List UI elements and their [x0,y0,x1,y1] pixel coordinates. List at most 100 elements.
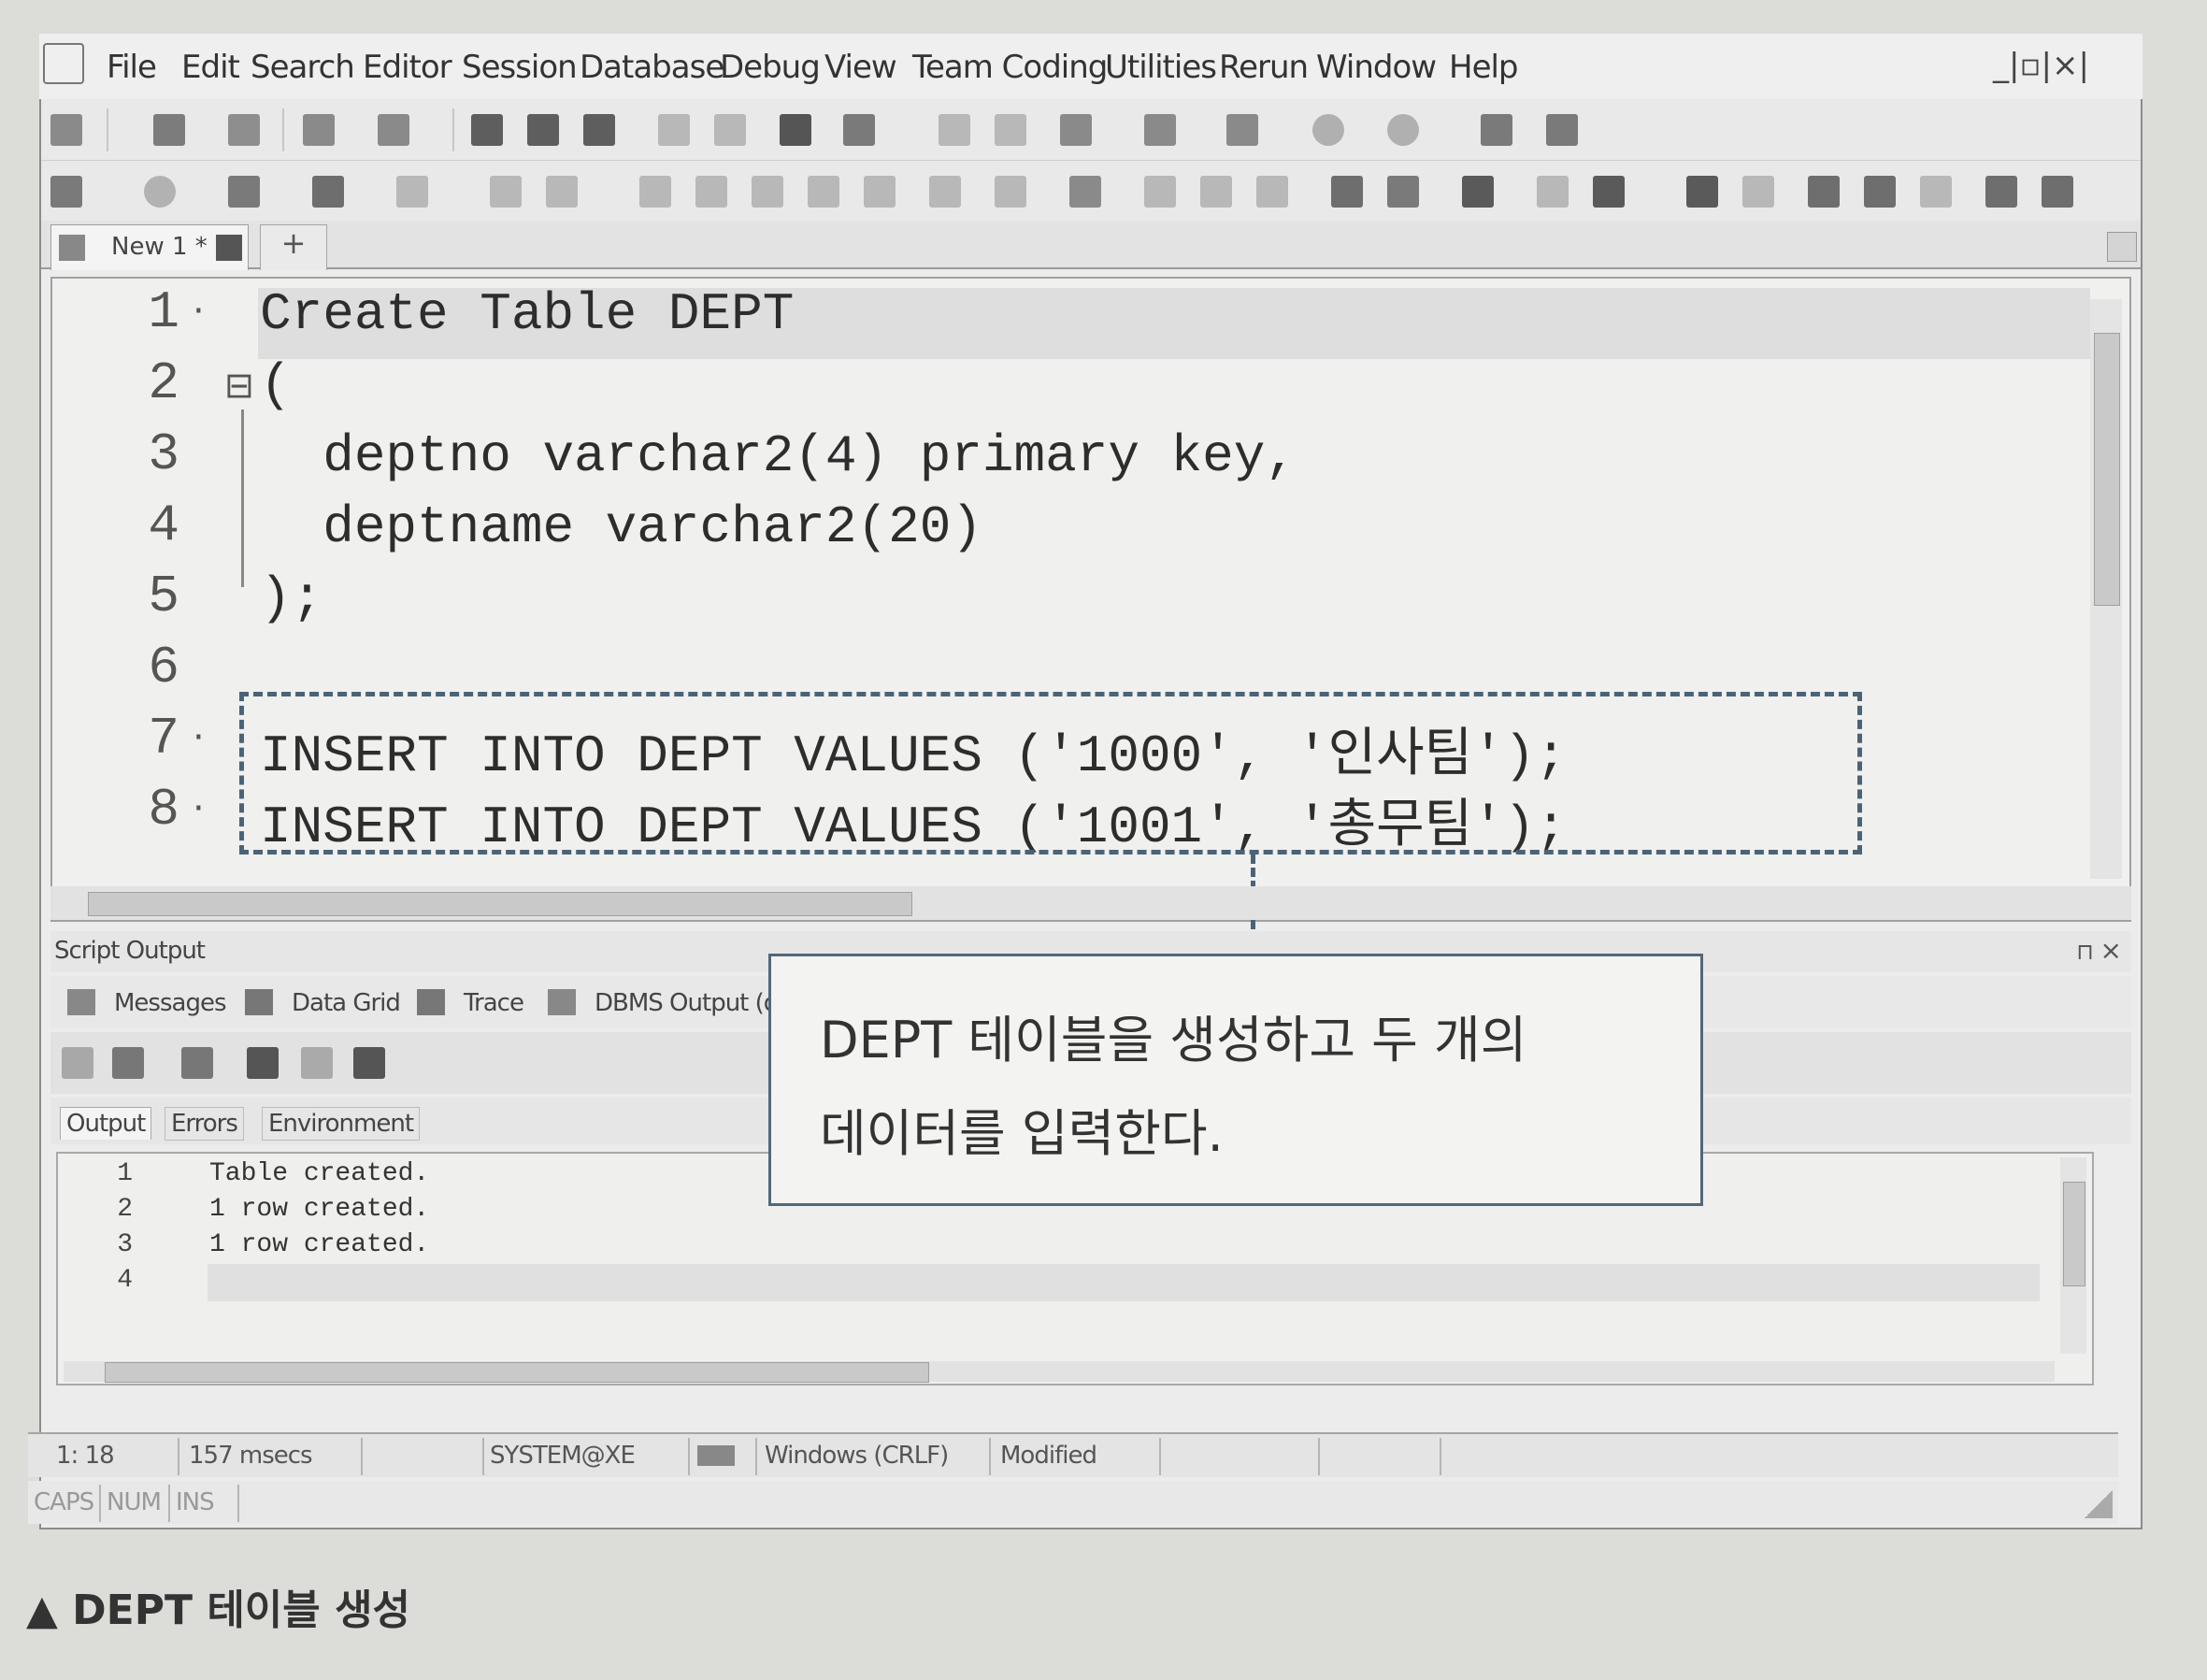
tab-dbms-output[interactable]: DBMS Output (d [595,989,779,1017]
tab-data-grid[interactable]: Data Grid [292,989,401,1017]
menu-file[interactable]: File [107,49,157,86]
cut-icon[interactable] [658,114,690,146]
toolbar-separator [282,108,284,151]
menu-debug[interactable]: Debug [720,49,821,86]
save-output-icon[interactable] [247,1047,279,1079]
close-panel-icon[interactable]: × [2100,935,2122,966]
tab-environment[interactable]: Environment [262,1107,421,1141]
menu-team-coding[interactable]: Team Coding [912,49,1108,86]
copy-icon[interactable] [1387,176,1419,208]
session-browser-icon[interactable] [1546,114,1578,146]
line-number: 3 [148,424,179,484]
scrollbar-thumb[interactable] [2063,1182,2085,1286]
open-recent-icon[interactable] [378,114,409,146]
keyboard-icon [697,1445,735,1466]
menu-database[interactable]: Database [580,49,724,86]
toggle-case-icon[interactable] [1256,176,1288,208]
comment-block-icon[interactable] [1144,176,1176,208]
menu-rerun[interactable]: Rerun [1219,49,1309,86]
menu-editor[interactable]: Editor [363,49,452,86]
indent-icon[interactable] [1985,176,2017,208]
menu-utilities[interactable]: Utilities [1105,49,1217,86]
find-icon[interactable] [1462,176,1494,208]
evaluate-icon[interactable] [546,176,578,208]
editor-vertical-scrollbar[interactable] [2090,299,2122,879]
run-to-cursor-icon[interactable] [752,176,783,208]
commit-icon[interactable] [1312,114,1344,146]
annotation-box [239,692,1862,854]
pin-icon[interactable]: ⊓ [2076,939,2094,965]
format-sql-icon[interactable] [1331,176,1363,208]
save-all-icon[interactable] [583,114,615,146]
debug-icon[interactable] [396,176,428,208]
tab-new-1[interactable]: New 1 * [50,224,249,270]
close-tab-icon[interactable] [216,235,242,261]
explain-plan-icon[interactable] [1481,114,1512,146]
editor-horizontal-scrollbar[interactable] [50,886,2131,920]
query-builder-icon[interactable] [1144,114,1176,146]
redo-icon[interactable] [1742,176,1774,208]
menu-session[interactable]: Session [462,49,578,86]
save-icon[interactable] [471,114,503,146]
uncomment-block-icon[interactable] [1200,176,1232,208]
print-output-icon[interactable] [353,1047,385,1079]
status-separator [168,1485,170,1522]
export-output-icon[interactable] [301,1047,333,1079]
breakpoint-icon[interactable] [808,176,839,208]
tab-output[interactable]: Output [60,1107,152,1140]
compile-icon[interactable] [995,176,1026,208]
menu-search[interactable]: Search [251,49,355,86]
paste-icon[interactable] [714,114,746,146]
lowercase-icon[interactable] [1864,176,1896,208]
step-out-icon[interactable] [695,176,727,208]
connect-icon[interactable] [50,114,82,146]
fold-toggle-icon[interactable]: ⊟ [224,365,254,406]
format-output-icon[interactable] [112,1047,144,1079]
describe-icon[interactable] [843,114,875,146]
replace-icon[interactable] [1593,176,1625,208]
resize-grip-icon[interactable] [2085,1490,2113,1518]
watch-icon[interactable] [864,176,896,208]
uppercase-icon[interactable] [1808,176,1840,208]
tab-list-dropdown-icon[interactable] [2107,232,2137,262]
find-next-icon[interactable] [1537,176,1569,208]
scrollbar-thumb[interactable] [2094,333,2120,606]
scrollbar-thumb[interactable] [88,892,912,916]
print-icon[interactable] [780,114,811,146]
export-icon[interactable] [1226,114,1258,146]
window-controls[interactable]: _|▫|×| [1993,47,2089,84]
undo-icon[interactable] [1686,176,1718,208]
execute-script-icon[interactable] [228,176,260,208]
new-sql-icon[interactable] [153,114,185,146]
database-window-icon[interactable] [1060,114,1092,146]
open-folder-icon[interactable] [303,114,335,146]
clear-output-icon[interactable] [62,1047,93,1079]
menu-help[interactable]: Help [1449,49,1519,86]
add-tab-button[interactable]: + [260,224,327,270]
step-into-icon[interactable] [490,176,522,208]
menu-view[interactable]: View [824,49,897,86]
format-code-icon[interactable] [312,176,344,208]
copy-output-icon[interactable] [181,1047,213,1079]
halt-icon[interactable] [929,176,961,208]
save-as-icon[interactable] [527,114,559,146]
stop-icon[interactable] [144,176,176,208]
new-editor-icon[interactable] [228,114,260,146]
editor-icon[interactable] [995,114,1026,146]
scrollbar-thumb[interactable] [105,1362,929,1383]
rollback-icon[interactable] [1387,114,1419,146]
status-separator [99,1485,101,1522]
output-horizontal-scrollbar[interactable] [64,1361,2055,1383]
step-over-icon[interactable] [639,176,671,208]
capitalize-icon[interactable] [1920,176,1952,208]
output-vertical-scrollbar[interactable] [2060,1157,2086,1354]
more-tools-icon[interactable] [1069,176,1101,208]
tab-messages[interactable]: Messages [114,989,226,1017]
tab-trace[interactable]: Trace [464,989,524,1017]
menu-window[interactable]: Window [1316,49,1437,86]
execute-statement-icon[interactable] [50,176,82,208]
tab-errors[interactable]: Errors [165,1107,244,1141]
schema-browser-icon[interactable] [939,114,970,146]
menu-edit[interactable]: Edit [181,49,240,86]
outdent-icon[interactable] [2042,176,2073,208]
